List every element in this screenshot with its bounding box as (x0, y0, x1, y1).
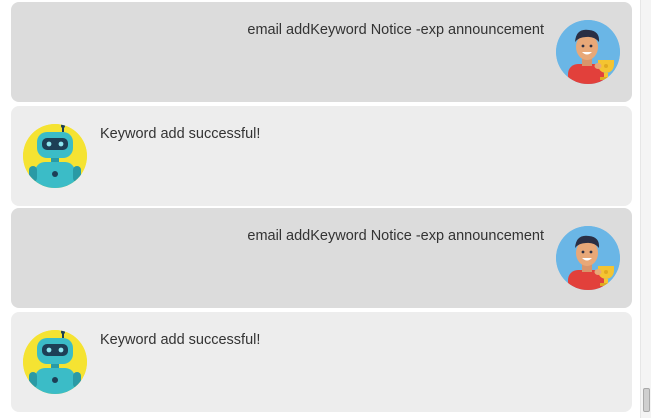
scrollbar-thumb[interactable] (643, 388, 650, 412)
robot-avatar-icon (23, 124, 87, 188)
vertical-scrollbar[interactable] (640, 0, 651, 418)
bot-message: Keyword add successful! (11, 106, 632, 206)
message-text: Keyword add successful! (100, 332, 261, 348)
message-text: email addKeyword Notice -exp announcemen… (247, 228, 544, 244)
message-text: email addKeyword Notice -exp announcemen… (247, 22, 544, 38)
robot-avatar-icon (23, 330, 87, 394)
user-message: email addKeyword Notice -exp announcemen… (11, 208, 632, 308)
message-text: Keyword add successful! (100, 126, 261, 142)
user-message: email addKeyword Notice -exp announcemen… (11, 2, 632, 102)
bot-message: Keyword add successful! (11, 312, 632, 412)
chat-history: email addKeyword Notice -exp announcemen… (0, 0, 640, 418)
user-avatar-icon (556, 226, 620, 290)
user-avatar-icon (556, 20, 620, 84)
